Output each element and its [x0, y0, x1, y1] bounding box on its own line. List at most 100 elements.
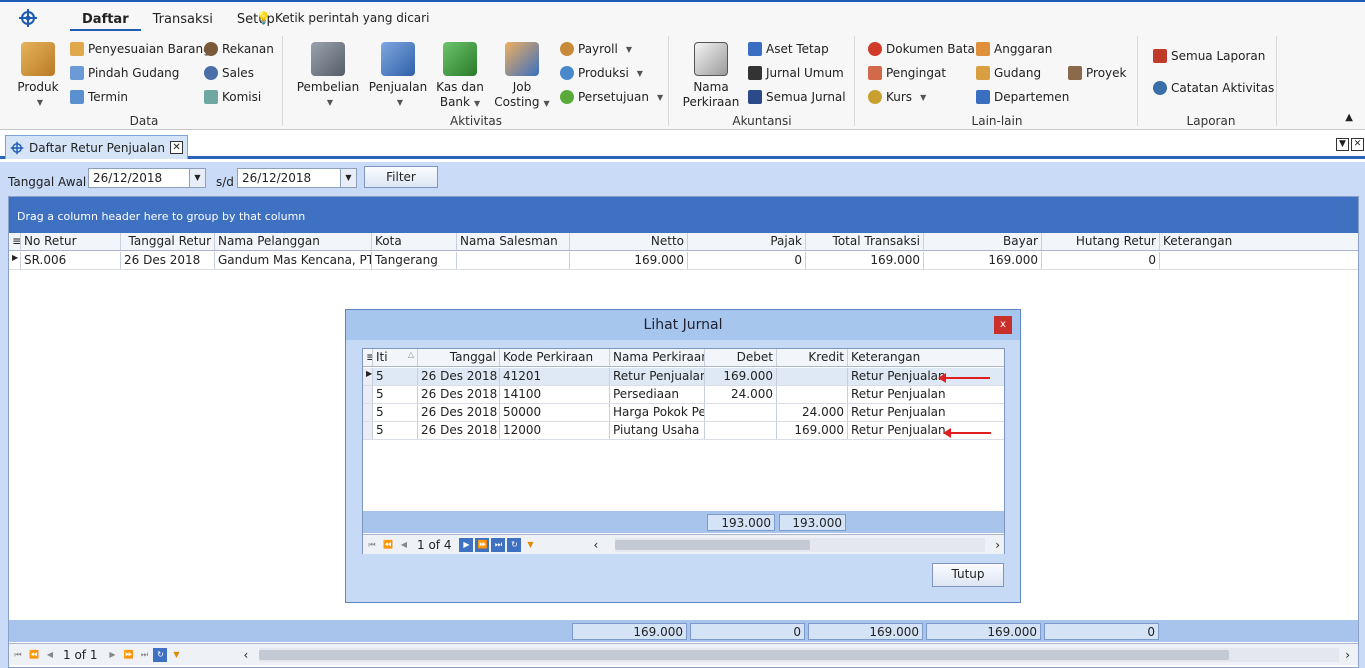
- col-hutang-retur[interactable]: Hutang Retur: [1042, 233, 1160, 250]
- col-total-transaksi[interactable]: Total Transaksi: [806, 233, 924, 250]
- filter-funnel-icon[interactable]: ▼: [169, 648, 183, 662]
- col-pajak[interactable]: Pajak: [688, 233, 806, 250]
- first-page-icon[interactable]: ⏮: [365, 538, 379, 552]
- date-from-dropdown-icon[interactable]: ▼: [189, 169, 205, 187]
- table-row[interactable]: ▶ 5 26 Des 2018 41201 Retur Penjualan 169.000…: [363, 368, 1004, 386]
- penyesuaian-barang-button[interactable]: Penyesuaian Barang: [70, 42, 211, 56]
- col-kredit[interactable]: Kredit: [777, 349, 848, 366]
- first-page-icon[interactable]: ⏮: [11, 648, 25, 662]
- tab-list-dropdown-icon[interactable]: ▼: [1336, 138, 1349, 151]
- reminder-calendar-icon: [868, 66, 882, 80]
- filter-button[interactable]: Filter: [364, 166, 438, 188]
- produk-button[interactable]: Produk ▼: [10, 42, 66, 110]
- tell-me-box[interactable]: 💡 Ketik perintah yang dicari: [256, 11, 429, 25]
- cell-kode-perkiraan: 50000: [500, 404, 610, 421]
- horizontal-scrollbar[interactable]: [259, 648, 1339, 662]
- table-row[interactable]: 5 26 Des 2018 12000 Piutang Usaha 169.000 Ret…: [363, 422, 1004, 440]
- dokumen-batal-button[interactable]: Dokumen Batal: [868, 42, 978, 56]
- pengingat-button[interactable]: Pengingat: [868, 66, 946, 80]
- journals-icon: [748, 90, 762, 104]
- col-nama-perkiraan[interactable]: Nama Perkiraan: [610, 349, 705, 366]
- penjualan-button[interactable]: Penjualan ▼: [366, 42, 430, 110]
- sales-button[interactable]: Sales: [204, 66, 254, 80]
- next-page-group-icon[interactable]: ⏩: [121, 648, 135, 662]
- prev-page-group-icon[interactable]: ⏪: [27, 648, 41, 662]
- col-keterangan[interactable]: Keterangan: [848, 349, 1004, 366]
- komisi-button[interactable]: Komisi: [204, 90, 261, 104]
- close-window-icon[interactable]: ✕: [1351, 138, 1364, 151]
- table-row[interactable]: 526 Des 201850000Harga Pokok Penju 24.000…: [363, 404, 1004, 422]
- pindah-gudang-button[interactable]: Pindah Gudang: [70, 66, 179, 80]
- last-page-icon[interactable]: ⏭: [137, 648, 151, 662]
- refresh-icon[interactable]: ↻: [153, 647, 168, 662]
- col-iti[interactable]: Iti △: [373, 349, 418, 366]
- jurnal-umum-button[interactable]: Jurnal Umum: [748, 66, 844, 80]
- rekanan-button[interactable]: Rekanan: [204, 42, 274, 56]
- produksi-button[interactable]: Produksi ▼: [560, 66, 643, 80]
- col-nama-pelanggan[interactable]: Nama Pelanggan: [215, 233, 372, 250]
- col-keterangan[interactable]: Keterangan: [1160, 233, 1358, 250]
- dialog-close-icon[interactable]: x: [994, 316, 1012, 334]
- semua-jurnal-button[interactable]: Semua Jurnal: [748, 90, 846, 104]
- payroll-button[interactable]: Payroll ▼: [560, 42, 632, 56]
- next-page-icon[interactable]: ▶: [105, 648, 119, 662]
- refresh-icon[interactable]: ↻: [507, 537, 522, 552]
- col-kota[interactable]: Kota: [372, 233, 457, 250]
- kurs-button[interactable]: Kurs ▼: [868, 90, 926, 104]
- column-chooser-icon[interactable]: ≡: [9, 233, 21, 250]
- filter-funnel-icon[interactable]: ▼: [523, 538, 537, 552]
- scrollbar-thumb[interactable]: [615, 540, 810, 550]
- scroll-right-icon[interactable]: ›: [995, 538, 1000, 552]
- app-logo-icon[interactable]: [18, 8, 38, 28]
- cell-tanggal: 26 Des 2018: [418, 404, 500, 421]
- persetujuan-button[interactable]: Persetujuan ▼: [560, 90, 663, 104]
- prev-page-group-icon[interactable]: ⏪: [381, 538, 395, 552]
- table-row[interactable]: 5 26 Des 2018 14100 Persediaan 24.000 Retur P…: [363, 386, 1004, 404]
- horizontal-scrollbar[interactable]: [615, 538, 985, 552]
- prev-page-icon[interactable]: ◀: [43, 648, 57, 662]
- col-netto[interactable]: Netto: [570, 233, 688, 250]
- date-from-combo[interactable]: 26/12/2018 ▼: [88, 168, 206, 188]
- semua-laporan-button[interactable]: Semua Laporan: [1153, 49, 1265, 63]
- tutup-button[interactable]: Tutup: [932, 563, 1004, 587]
- departemen-button[interactable]: Departemen: [976, 90, 1069, 104]
- cell-tanggal-retur: 26 Des 2018: [121, 252, 215, 269]
- gudang-button[interactable]: Gudang: [976, 66, 1041, 80]
- next-page-group-icon[interactable]: ⏩: [475, 537, 490, 552]
- col-nama-salesman[interactable]: Nama Salesman: [457, 233, 570, 250]
- termin-button[interactable]: Termin: [70, 90, 128, 104]
- date-to-combo[interactable]: 26/12/2018 ▼: [237, 168, 357, 188]
- scroll-left-icon[interactable]: ‹: [593, 538, 598, 552]
- doc-tab-daftar-retur-penjualan[interactable]: Daftar Retur Penjualan ✕: [5, 135, 189, 159]
- cell-iti: 5: [373, 404, 418, 421]
- prev-page-icon[interactable]: ◀: [397, 538, 411, 552]
- tab-transaksi[interactable]: Transaksi: [141, 10, 225, 31]
- last-page-icon[interactable]: ⏭: [491, 537, 506, 552]
- column-chooser-icon[interactable]: ≡: [363, 349, 373, 366]
- anggaran-button[interactable]: Anggaran: [976, 42, 1052, 56]
- collapse-ribbon-icon[interactable]: ▲: [1345, 112, 1353, 123]
- aset-tetap-button[interactable]: Aset Tetap: [748, 42, 829, 56]
- close-tab-icon[interactable]: ✕: [170, 141, 184, 154]
- table-row[interactable]: ▶ SR.006 26 Des 2018 Gandum Mas Kencana,…: [9, 252, 1358, 270]
- catatan-aktivitas-button[interactable]: Catatan Aktivitas: [1153, 81, 1274, 95]
- proyek-button[interactable]: Proyek: [1068, 66, 1126, 80]
- kas-dan-bank-button[interactable]: Kas dan Bank ▼: [430, 42, 490, 111]
- next-page-icon[interactable]: ▶: [459, 537, 474, 552]
- nama-perkiraan-button[interactable]: Nama Perkiraan: [678, 42, 744, 110]
- col-tanggal[interactable]: Tanggal: [418, 349, 500, 366]
- group-panel[interactable]: Drag a column header here to group by th…: [9, 197, 1358, 233]
- tab-daftar[interactable]: Daftar: [70, 10, 141, 31]
- col-debet[interactable]: Debet: [705, 349, 777, 366]
- col-bayar[interactable]: Bayar: [924, 233, 1042, 250]
- date-to-dropdown-icon[interactable]: ▼: [340, 169, 356, 187]
- cell-keterangan: [1160, 252, 1358, 269]
- col-kode-perkiraan[interactable]: Kode Perkiraan: [500, 349, 610, 366]
- col-tanggal-retur[interactable]: Tanggal Retur: [121, 233, 215, 250]
- pembelian-button[interactable]: Pembelian ▼: [296, 42, 360, 110]
- col-no-retur[interactable]: No Retur: [21, 233, 121, 250]
- scroll-right-icon[interactable]: ›: [1345, 648, 1350, 662]
- job-costing-button[interactable]: Job Costing ▼: [494, 42, 550, 111]
- scroll-left-icon[interactable]: ‹: [243, 648, 248, 662]
- scrollbar-thumb[interactable]: [259, 650, 1229, 660]
